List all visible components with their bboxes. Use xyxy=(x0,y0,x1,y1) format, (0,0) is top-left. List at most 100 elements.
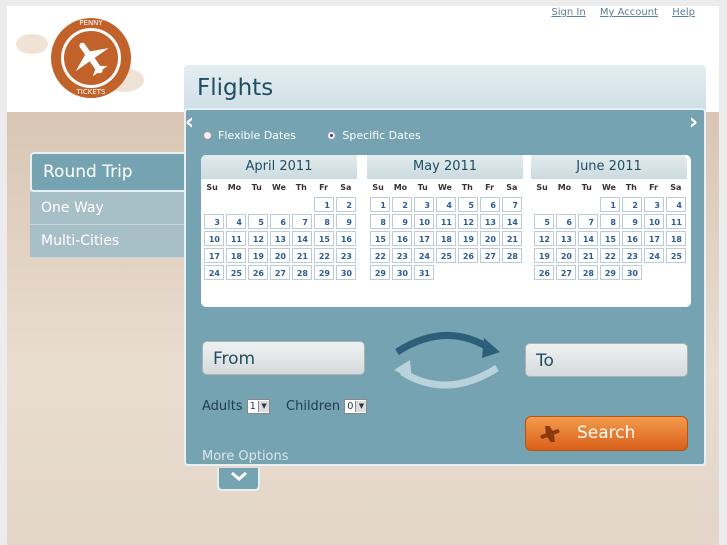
day-cell[interactable]: 1 xyxy=(314,197,334,212)
my-account-link[interactable]: My Account xyxy=(600,7,658,18)
day-cell[interactable]: 4 xyxy=(226,214,246,229)
day-cell[interactable]: 28 xyxy=(578,265,598,280)
day-cell[interactable]: 21 xyxy=(502,231,522,246)
day-cell[interactable]: 8 xyxy=(314,214,334,229)
more-options-toggle[interactable] xyxy=(217,468,260,491)
day-cell[interactable]: 14 xyxy=(502,214,522,229)
day-cell[interactable]: 15 xyxy=(370,231,390,246)
day-cell[interactable]: 11 xyxy=(226,231,246,246)
day-cell[interactable]: 30 xyxy=(392,265,412,280)
to-input[interactable]: To xyxy=(525,343,688,377)
next-month-icon[interactable]: › xyxy=(689,110,698,135)
day-cell[interactable]: 29 xyxy=(370,265,390,280)
day-cell[interactable]: 16 xyxy=(392,231,412,246)
day-cell[interactable]: 17 xyxy=(414,231,434,246)
day-cell[interactable]: 24 xyxy=(414,248,434,263)
day-cell[interactable]: 30 xyxy=(336,265,356,280)
day-cell[interactable]: 20 xyxy=(480,231,500,246)
day-cell[interactable]: 30 xyxy=(622,265,642,280)
day-cell[interactable]: 1 xyxy=(600,197,620,212)
day-cell[interactable]: 3 xyxy=(204,214,224,229)
day-cell[interactable]: 19 xyxy=(534,248,554,263)
day-cell[interactable]: 2 xyxy=(392,197,412,212)
day-cell[interactable]: 14 xyxy=(292,231,312,246)
day-cell[interactable]: 12 xyxy=(534,231,554,246)
day-cell[interactable]: 13 xyxy=(556,231,576,246)
help-link[interactable]: Help xyxy=(672,7,695,18)
day-cell[interactable]: 26 xyxy=(534,265,554,280)
day-cell[interactable]: 22 xyxy=(314,248,334,263)
day-cell[interactable]: 7 xyxy=(578,214,598,229)
day-cell[interactable]: 28 xyxy=(292,265,312,280)
day-cell[interactable]: 18 xyxy=(436,231,456,246)
radio-flexible-dates[interactable]: Flexible Dates xyxy=(203,129,296,142)
day-cell[interactable]: 27 xyxy=(556,265,576,280)
day-cell[interactable]: 25 xyxy=(436,248,456,263)
tab-multi-cities[interactable]: Multi-Cities xyxy=(30,225,186,258)
search-button[interactable]: Search xyxy=(525,416,688,451)
day-cell[interactable]: 23 xyxy=(392,248,412,263)
children-select[interactable]: 0 ▼ xyxy=(344,399,368,414)
day-cell[interactable]: 11 xyxy=(436,214,456,229)
day-cell[interactable]: 6 xyxy=(556,214,576,229)
more-options-link[interactable]: More Options xyxy=(202,449,289,464)
penny-tickets-logo[interactable]: PENNY TICKETS xyxy=(14,10,146,100)
day-cell[interactable]: 10 xyxy=(414,214,434,229)
day-cell[interactable]: 15 xyxy=(600,231,620,246)
day-cell[interactable]: 5 xyxy=(458,197,478,212)
day-cell[interactable]: 25 xyxy=(226,265,246,280)
day-cell[interactable]: 24 xyxy=(644,248,664,263)
day-cell[interactable]: 18 xyxy=(666,231,686,246)
day-cell[interactable]: 11 xyxy=(666,214,686,229)
day-cell[interactable]: 5 xyxy=(534,214,554,229)
day-cell[interactable]: 4 xyxy=(436,197,456,212)
day-cell[interactable]: 7 xyxy=(292,214,312,229)
day-cell[interactable]: 6 xyxy=(270,214,290,229)
day-cell[interactable]: 29 xyxy=(314,265,334,280)
day-cell[interactable]: 10 xyxy=(204,231,224,246)
day-cell[interactable]: 1 xyxy=(370,197,390,212)
day-cell[interactable]: 25 xyxy=(666,248,686,263)
day-cell[interactable]: 24 xyxy=(204,265,224,280)
day-cell[interactable]: 9 xyxy=(392,214,412,229)
day-cell[interactable]: 21 xyxy=(292,248,312,263)
tab-round-trip[interactable]: Round Trip xyxy=(30,152,186,192)
day-cell[interactable]: 16 xyxy=(622,231,642,246)
day-cell[interactable]: 31 xyxy=(414,265,434,280)
from-input[interactable]: From xyxy=(202,341,365,375)
day-cell[interactable]: 23 xyxy=(622,248,642,263)
day-cell[interactable]: 20 xyxy=(556,248,576,263)
day-cell[interactable]: 12 xyxy=(248,231,268,246)
day-cell[interactable]: 14 xyxy=(578,231,598,246)
prev-month-icon[interactable]: ‹ xyxy=(185,110,194,135)
adults-select[interactable]: 1 ▼ xyxy=(246,399,271,414)
day-cell[interactable]: 12 xyxy=(458,214,478,229)
day-cell[interactable]: 27 xyxy=(480,248,500,263)
day-cell[interactable]: 23 xyxy=(336,248,356,263)
day-cell[interactable]: 13 xyxy=(270,231,290,246)
day-cell[interactable]: 21 xyxy=(578,248,598,263)
day-cell[interactable]: 3 xyxy=(644,197,664,212)
day-cell[interactable]: 15 xyxy=(314,231,334,246)
day-cell[interactable]: 17 xyxy=(204,248,224,263)
day-cell[interactable]: 17 xyxy=(644,231,664,246)
day-cell[interactable]: 9 xyxy=(622,214,642,229)
day-cell[interactable]: 28 xyxy=(502,248,522,263)
day-cell[interactable]: 26 xyxy=(248,265,268,280)
day-cell[interactable]: 29 xyxy=(600,265,620,280)
day-cell[interactable]: 6 xyxy=(480,197,500,212)
day-cell[interactable]: 2 xyxy=(336,197,356,212)
day-cell[interactable]: 19 xyxy=(248,248,268,263)
radio-button-selected-icon[interactable] xyxy=(327,131,337,140)
day-cell[interactable]: 2 xyxy=(622,197,642,212)
day-cell[interactable]: 26 xyxy=(458,248,478,263)
day-cell[interactable]: 22 xyxy=(370,248,390,263)
day-cell[interactable]: 8 xyxy=(600,214,620,229)
radio-specific-dates[interactable]: Specific Dates xyxy=(327,129,421,142)
swap-arrows-icon[interactable] xyxy=(392,330,502,390)
day-cell[interactable]: 7 xyxy=(502,197,522,212)
day-cell[interactable]: 4 xyxy=(666,197,686,212)
day-cell[interactable]: 10 xyxy=(644,214,664,229)
day-cell[interactable]: 20 xyxy=(270,248,290,263)
day-cell[interactable]: 9 xyxy=(336,214,356,229)
